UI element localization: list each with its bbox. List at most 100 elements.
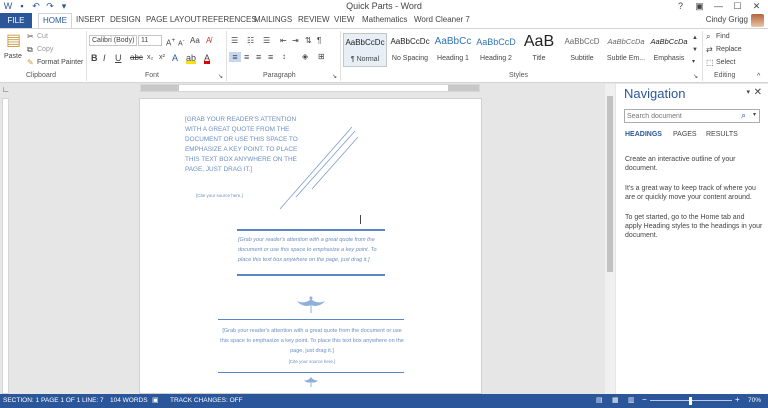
tab-mailings[interactable]: MAILINGS [254,15,292,24]
replace-button[interactable]: Replace [716,46,742,53]
grow-font-icon[interactable]: A+ [166,36,175,49]
sort-icon[interactable]: ⇅ [305,36,312,46]
styles-more-icon[interactable]: ▾ [692,57,695,67]
find-icon[interactable]: ⌕ [706,32,710,42]
tab-review[interactable]: REVIEW [298,15,330,24]
subscript-icon[interactable]: x₂ [147,53,153,63]
italic-icon[interactable]: I [103,53,106,63]
borders-icon[interactable]: ⊞ [318,52,325,62]
tab-word-cleaner[interactable]: Word Cleaner 7 [414,15,470,24]
select-button[interactable]: Select [716,59,735,66]
paste-icon[interactable]: ▤ [6,33,21,49]
web-layout-icon[interactable]: ▥ [628,396,635,404]
zoom-out-icon[interactable]: − [642,395,647,404]
tab-home[interactable]: HOME [38,13,72,28]
tab-design[interactable]: DESIGN [110,15,141,24]
styles-dialog-launcher-icon[interactable]: ↘ [693,72,698,82]
highlight-icon[interactable]: ab [186,53,197,64]
shrink-font-icon[interactable]: A- [178,36,185,49]
align-left-icon[interactable]: ≡ [229,52,241,62]
ribbon-display-button[interactable]: ▣ [690,0,709,12]
styles-scroll-up-icon[interactable]: ▲ [692,33,698,43]
show-hide-icon[interactable]: ¶ [317,36,321,46]
underline-icon[interactable]: U [115,53,122,63]
zoom-level[interactable]: 70% [748,397,761,404]
numbering-icon[interactable]: ☷ [247,36,254,46]
decrease-indent-icon[interactable]: ⇤ [280,36,287,46]
align-right-icon[interactable]: ≡ [256,52,261,62]
font-color-icon[interactable]: A [204,53,211,64]
superscript-icon[interactable]: x² [159,53,165,63]
close-icon[interactable]: ✕ [754,87,762,98]
multilevel-list-icon[interactable]: ☰ [263,36,270,46]
horizontal-ruler[interactable] [140,84,480,92]
close-button[interactable]: ✕ [747,0,766,12]
line-spacing-icon[interactable]: ↕ [282,52,286,62]
print-layout-icon[interactable]: ▦ [612,396,619,404]
increase-indent-icon[interactable]: ⇥ [292,36,299,46]
proofing-icon[interactable]: ▣ [152,396,159,404]
zoom-slider-thumb[interactable] [689,397,692,405]
tab-mathematics[interactable]: Mathematics [362,15,407,24]
tab-insert[interactable]: INSERT [76,15,105,24]
search-icon[interactable]: ⌕ [741,110,746,121]
copy-button[interactable]: Copy [37,46,53,53]
help-button[interactable]: ? [671,0,690,12]
page-indicator[interactable]: PAGE 1 OF 1 [41,397,80,404]
shading-icon[interactable]: ◈ [302,52,308,62]
tab-page-layout[interactable]: PAGE LAYOUT [146,15,201,24]
search-options-icon[interactable]: ▾ [753,111,756,118]
find-button[interactable]: Find [716,33,730,40]
font-dialog-launcher-icon[interactable]: ↘ [218,72,223,82]
select-icon[interactable]: ⬚ [706,58,714,68]
section-indicator[interactable]: SECTION: 1 [3,397,39,404]
align-center-icon[interactable]: ≡ [244,52,249,62]
font-size-combo[interactable]: 11 [138,35,162,46]
clear-formatting-icon[interactable]: A̸ [206,36,211,46]
style-emphasis[interactable]: AaBbCcDa Emphasis [648,33,690,67]
styles-scroll-down-icon[interactable]: ▼ [692,45,698,55]
tab-references[interactable]: REFERENCES [202,15,257,24]
format-painter-icon[interactable]: ✎ [27,58,34,68]
vertical-scrollbar[interactable] [605,84,615,394]
bullets-icon[interactable]: ☰ [231,36,238,46]
search-input[interactable] [624,109,760,123]
style-heading-2[interactable]: AaBbCcD Heading 2 [475,33,517,67]
pull-quote-2[interactable]: [Grab your reader's attention with a gre… [238,235,386,265]
strikethrough-icon[interactable]: abc [130,53,143,63]
style-no-spacing[interactable]: AaBbCcDc No Spacing [388,33,432,67]
pull-quote-3[interactable]: [Grab your reader's attention with a gre… [220,326,404,356]
pull-quote-3-source[interactable]: [Cite your source here.] [220,359,404,364]
line-indicator[interactable]: LINE: 7 [82,397,104,404]
word-count[interactable]: 104 WORDS [110,397,148,404]
track-changes-indicator[interactable]: TRACK CHANGES: OFF [170,397,243,404]
style-title[interactable]: AaB Title [518,33,560,67]
collapse-ribbon-icon[interactable]: ^ [757,72,760,82]
replace-icon[interactable]: ⇄ [706,45,713,55]
minimize-button[interactable]: — [709,0,728,12]
document-page[interactable]: [GRAB YOUR READER'S ATTENTION WITH A GRE… [139,98,482,394]
cut-button[interactable]: Cut [37,33,48,40]
pull-quote-1-source[interactable]: [Cite your source here.] [196,193,243,198]
style-normal[interactable]: AaBbCcDc ¶ Normal [343,33,387,67]
pane-options-icon[interactable]: ▾ [746,88,750,96]
paragraph-dialog-launcher-icon[interactable]: ↘ [332,72,337,82]
change-case-icon[interactable]: Aa [190,36,200,46]
paste-button[interactable]: Paste [4,53,22,60]
zoom-in-icon[interactable]: + [735,395,740,404]
vertical-ruler[interactable] [2,98,9,394]
style-subtle-emphasis[interactable]: AaBbCcDa Subtle Em... [604,33,648,67]
read-mode-icon[interactable]: ▤ [596,396,603,404]
format-painter-button[interactable]: Format Painter [37,59,83,66]
maximize-button[interactable]: ☐ [728,0,747,12]
avatar[interactable] [751,14,764,27]
text-effects-icon[interactable]: A [172,53,178,63]
tab-results[interactable]: RESULTS [706,131,738,138]
tab-headings[interactable]: HEADINGS [625,131,662,138]
bold-icon[interactable]: B [91,53,98,63]
tab-selector-icon[interactable]: ∟ [2,85,10,94]
scrollbar-thumb[interactable] [607,96,613,272]
tab-view[interactable]: VIEW [334,15,354,24]
style-heading-1[interactable]: AaBbCc Heading 1 [432,33,474,67]
copy-icon[interactable]: ⧉ [27,45,33,55]
